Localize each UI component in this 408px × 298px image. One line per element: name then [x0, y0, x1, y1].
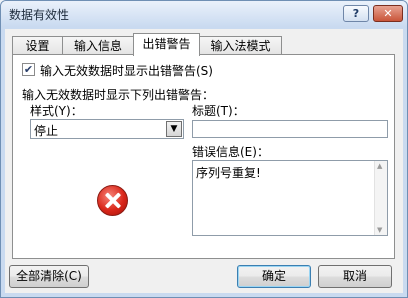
style-select-value: 停止 — [34, 124, 59, 138]
title-label: 标题(T)： — [192, 104, 245, 118]
cancel-button[interactable]: 取消 — [318, 265, 392, 288]
error-message-textarea[interactable]: 序列号重复! ▲ ▼ — [192, 160, 388, 236]
tab-settings[interactable]: 设置 — [12, 36, 63, 55]
style-label: 样式(Y)： — [30, 104, 83, 118]
tab-ime-mode[interactable]: 输入法模式 — [199, 36, 282, 55]
show-alert-checkbox[interactable]: ✔ — [22, 63, 35, 76]
message-label: 错误信息(E)： — [192, 145, 269, 159]
tab-error-alert[interactable]: 出错警告 — [133, 33, 200, 56]
error-alert-panel: ✔ 输入无效数据时显示出错警告(S) 输入无效数据时显示下列出错警告： 样式(Y… — [12, 54, 395, 259]
show-alert-label[interactable]: 输入无效数据时显示出错警告(S) — [40, 62, 213, 79]
close-button[interactable]: ✕ — [373, 5, 403, 22]
data-validation-dialog: 数据有效性 ? ✕ 设置 输入信息 出错警告 输入法模式 ✔ 输入无效数据时显示… — [0, 0, 408, 298]
textarea-scrollbar[interactable]: ▲ ▼ — [374, 161, 387, 235]
clear-all-button[interactable]: 全部清除(C) — [9, 265, 89, 288]
scroll-down-icon[interactable]: ▼ — [377, 226, 382, 234]
error-stop-icon — [97, 185, 128, 216]
title-bar[interactable]: 数据有效性 ? ✕ — [1, 1, 407, 27]
title-input[interactable] — [192, 120, 388, 138]
style-select[interactable]: 停止 ▼ — [30, 119, 184, 139]
scroll-up-icon[interactable]: ▲ — [377, 162, 382, 170]
tab-input-message[interactable]: 输入信息 — [62, 36, 134, 55]
dialog-body: 设置 输入信息 出错警告 输入法模式 ✔ 输入无效数据时显示出错警告(S) 输入… — [5, 29, 403, 293]
help-button[interactable]: ? — [343, 5, 369, 22]
error-message-text: 序列号重复! — [196, 166, 261, 180]
dialog-title: 数据有效性 — [9, 8, 70, 22]
chevron-down-icon[interactable]: ▼ — [166, 121, 182, 137]
section-label: 输入无效数据时显示下列出错警告： — [22, 88, 215, 102]
ok-button[interactable]: 确定 — [237, 265, 311, 288]
